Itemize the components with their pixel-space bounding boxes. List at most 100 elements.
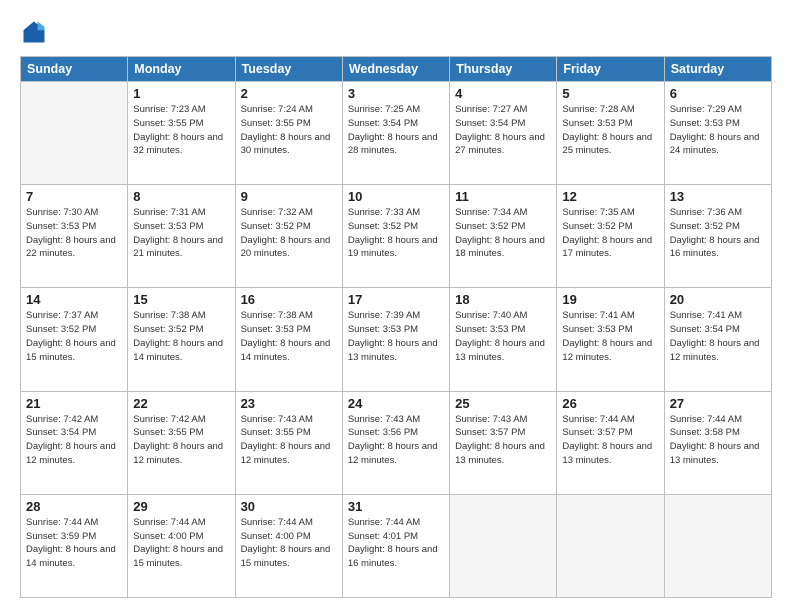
- day-number: 15: [133, 292, 229, 307]
- day-info: Sunrise: 7:42 AMSunset: 3:54 PMDaylight:…: [26, 413, 122, 468]
- day-cell-6: 6 Sunrise: 7:29 AMSunset: 3:53 PMDaylight…: [664, 82, 771, 185]
- logo: [20, 18, 52, 46]
- day-info: Sunrise: 7:28 AMSunset: 3:53 PMDaylight:…: [562, 103, 658, 158]
- day-number: 27: [670, 396, 766, 411]
- empty-cell: [557, 494, 664, 597]
- day-info: Sunrise: 7:23 AMSunset: 3:55 PMDaylight:…: [133, 103, 229, 158]
- header: [20, 18, 772, 46]
- day-cell-11: 11 Sunrise: 7:34 AMSunset: 3:52 PMDayligh…: [450, 185, 557, 288]
- day-number: 5: [562, 86, 658, 101]
- day-number: 10: [348, 189, 444, 204]
- day-info: Sunrise: 7:35 AMSunset: 3:52 PMDaylight:…: [562, 206, 658, 261]
- day-cell-30: 30Sunrise: 7:44 AMSunset: 4:00 PMDayligh…: [235, 494, 342, 597]
- day-info: Sunrise: 7:43 AMSunset: 3:55 PMDaylight:…: [241, 413, 337, 468]
- day-info: Sunrise: 7:44 AMSunset: 4:00 PMDaylight:…: [241, 516, 337, 571]
- day-number: 28: [26, 499, 122, 514]
- day-info: Sunrise: 7:38 AMSunset: 3:53 PMDaylight:…: [241, 309, 337, 364]
- day-number: 16: [241, 292, 337, 307]
- weekday-monday: Monday: [128, 57, 235, 82]
- day-info: Sunrise: 7:39 AMSunset: 3:53 PMDaylight:…: [348, 309, 444, 364]
- day-cell-23: 23 Sunrise: 7:43 AMSunset: 3:55 PMDayligh…: [235, 391, 342, 494]
- day-cell-22: 22 Sunrise: 7:42 AMSunset: 3:55 PMDayligh…: [128, 391, 235, 494]
- day-cell-20: 20 Sunrise: 7:41 AMSunset: 3:54 PMDayligh…: [664, 288, 771, 391]
- day-number: 26: [562, 396, 658, 411]
- day-number: 1: [133, 86, 229, 101]
- day-info: Sunrise: 7:25 AMSunset: 3:54 PMDaylight:…: [348, 103, 444, 158]
- week-row-2: 7Sunrise: 7:30 AMSunset: 3:53 PMDaylight…: [21, 185, 772, 288]
- day-info: Sunrise: 7:27 AMSunset: 3:54 PMDaylight:…: [455, 103, 551, 158]
- day-cell-5: 5 Sunrise: 7:28 AMSunset: 3:53 PMDaylight…: [557, 82, 664, 185]
- day-cell-18: 18 Sunrise: 7:40 AMSunset: 3:53 PMDayligh…: [450, 288, 557, 391]
- day-cell-2: 2 Sunrise: 7:24 AMSunset: 3:55 PMDaylight…: [235, 82, 342, 185]
- weekday-header-row: SundayMondayTuesdayWednesdayThursdayFrid…: [21, 57, 772, 82]
- day-number: 25: [455, 396, 551, 411]
- day-cell-29: 29 Sunrise: 7:44 AMSunset: 4:00 PMDayligh…: [128, 494, 235, 597]
- day-number: 29: [133, 499, 229, 514]
- day-info: Sunrise: 7:42 AMSunset: 3:55 PMDaylight:…: [133, 413, 229, 468]
- day-number: 22: [133, 396, 229, 411]
- day-number: 9: [241, 189, 337, 204]
- day-number: 12: [562, 189, 658, 204]
- day-cell-13: 13 Sunrise: 7:36 AMSunset: 3:52 PMDayligh…: [664, 185, 771, 288]
- weekday-tuesday: Tuesday: [235, 57, 342, 82]
- week-row-1: 1 Sunrise: 7:23 AMSunset: 3:55 PMDaylight…: [21, 82, 772, 185]
- week-row-3: 14 Sunrise: 7:37 AMSunset: 3:52 PMDayligh…: [21, 288, 772, 391]
- day-cell-10: 10 Sunrise: 7:33 AMSunset: 3:52 PMDayligh…: [342, 185, 449, 288]
- weekday-wednesday: Wednesday: [342, 57, 449, 82]
- day-number: 14: [26, 292, 122, 307]
- day-cell-28: 28 Sunrise: 7:44 AMSunset: 3:59 PMDayligh…: [21, 494, 128, 597]
- day-number: 21: [26, 396, 122, 411]
- weekday-friday: Friday: [557, 57, 664, 82]
- day-cell-19: 19Sunrise: 7:41 AMSunset: 3:53 PMDayligh…: [557, 288, 664, 391]
- day-info: Sunrise: 7:44 AMSunset: 3:58 PMDaylight:…: [670, 413, 766, 468]
- day-info: Sunrise: 7:44 AMSunset: 3:59 PMDaylight:…: [26, 516, 122, 571]
- day-cell-17: 17 Sunrise: 7:39 AMSunset: 3:53 PMDayligh…: [342, 288, 449, 391]
- day-info: Sunrise: 7:33 AMSunset: 3:52 PMDaylight:…: [348, 206, 444, 261]
- day-info: Sunrise: 7:29 AMSunset: 3:53 PMDaylight:…: [670, 103, 766, 158]
- day-info: Sunrise: 7:44 AMSunset: 4:00 PMDaylight:…: [133, 516, 229, 571]
- day-info: Sunrise: 7:44 AMSunset: 3:57 PMDaylight:…: [562, 413, 658, 468]
- empty-cell: [664, 494, 771, 597]
- day-cell-16: 16 Sunrise: 7:38 AMSunset: 3:53 PMDayligh…: [235, 288, 342, 391]
- day-cell-25: 25 Sunrise: 7:43 AMSunset: 3:57 PMDayligh…: [450, 391, 557, 494]
- day-number: 13: [670, 189, 766, 204]
- day-info: Sunrise: 7:24 AMSunset: 3:55 PMDaylight:…: [241, 103, 337, 158]
- day-cell-15: 15 Sunrise: 7:38 AMSunset: 3:52 PMDayligh…: [128, 288, 235, 391]
- day-number: 19: [562, 292, 658, 307]
- day-info: Sunrise: 7:43 AMSunset: 3:57 PMDaylight:…: [455, 413, 551, 468]
- day-number: 24: [348, 396, 444, 411]
- day-cell-7: 7Sunrise: 7:30 AMSunset: 3:53 PMDaylight…: [21, 185, 128, 288]
- week-row-4: 21 Sunrise: 7:42 AMSunset: 3:54 PMDayligh…: [21, 391, 772, 494]
- day-info: Sunrise: 7:40 AMSunset: 3:53 PMDaylight:…: [455, 309, 551, 364]
- empty-cell: [450, 494, 557, 597]
- day-cell-14: 14 Sunrise: 7:37 AMSunset: 3:52 PMDayligh…: [21, 288, 128, 391]
- day-number: 23: [241, 396, 337, 411]
- day-info: Sunrise: 7:36 AMSunset: 3:52 PMDaylight:…: [670, 206, 766, 261]
- day-number: 6: [670, 86, 766, 101]
- weekday-thursday: Thursday: [450, 57, 557, 82]
- day-number: 3: [348, 86, 444, 101]
- page: SundayMondayTuesdayWednesdayThursdayFrid…: [0, 0, 792, 612]
- day-info: Sunrise: 7:32 AMSunset: 3:52 PMDaylight:…: [241, 206, 337, 261]
- day-cell-21: 21 Sunrise: 7:42 AMSunset: 3:54 PMDayligh…: [21, 391, 128, 494]
- day-number: 7: [26, 189, 122, 204]
- day-info: Sunrise: 7:44 AMSunset: 4:01 PMDaylight:…: [348, 516, 444, 571]
- day-number: 8: [133, 189, 229, 204]
- day-number: 18: [455, 292, 551, 307]
- day-info: Sunrise: 7:37 AMSunset: 3:52 PMDaylight:…: [26, 309, 122, 364]
- day-number: 11: [455, 189, 551, 204]
- day-cell-9: 9 Sunrise: 7:32 AMSunset: 3:52 PMDaylight…: [235, 185, 342, 288]
- day-info: Sunrise: 7:43 AMSunset: 3:56 PMDaylight:…: [348, 413, 444, 468]
- day-info: Sunrise: 7:34 AMSunset: 3:52 PMDaylight:…: [455, 206, 551, 261]
- weekday-sunday: Sunday: [21, 57, 128, 82]
- day-number: 17: [348, 292, 444, 307]
- day-cell-12: 12 Sunrise: 7:35 AMSunset: 3:52 PMDayligh…: [557, 185, 664, 288]
- day-cell-1: 1 Sunrise: 7:23 AMSunset: 3:55 PMDaylight…: [128, 82, 235, 185]
- day-number: 31: [348, 499, 444, 514]
- week-row-5: 28 Sunrise: 7:44 AMSunset: 3:59 PMDayligh…: [21, 494, 772, 597]
- logo-icon: [20, 18, 48, 46]
- day-info: Sunrise: 7:38 AMSunset: 3:52 PMDaylight:…: [133, 309, 229, 364]
- day-number: 2: [241, 86, 337, 101]
- day-info: Sunrise: 7:41 AMSunset: 3:54 PMDaylight:…: [670, 309, 766, 364]
- day-number: 20: [670, 292, 766, 307]
